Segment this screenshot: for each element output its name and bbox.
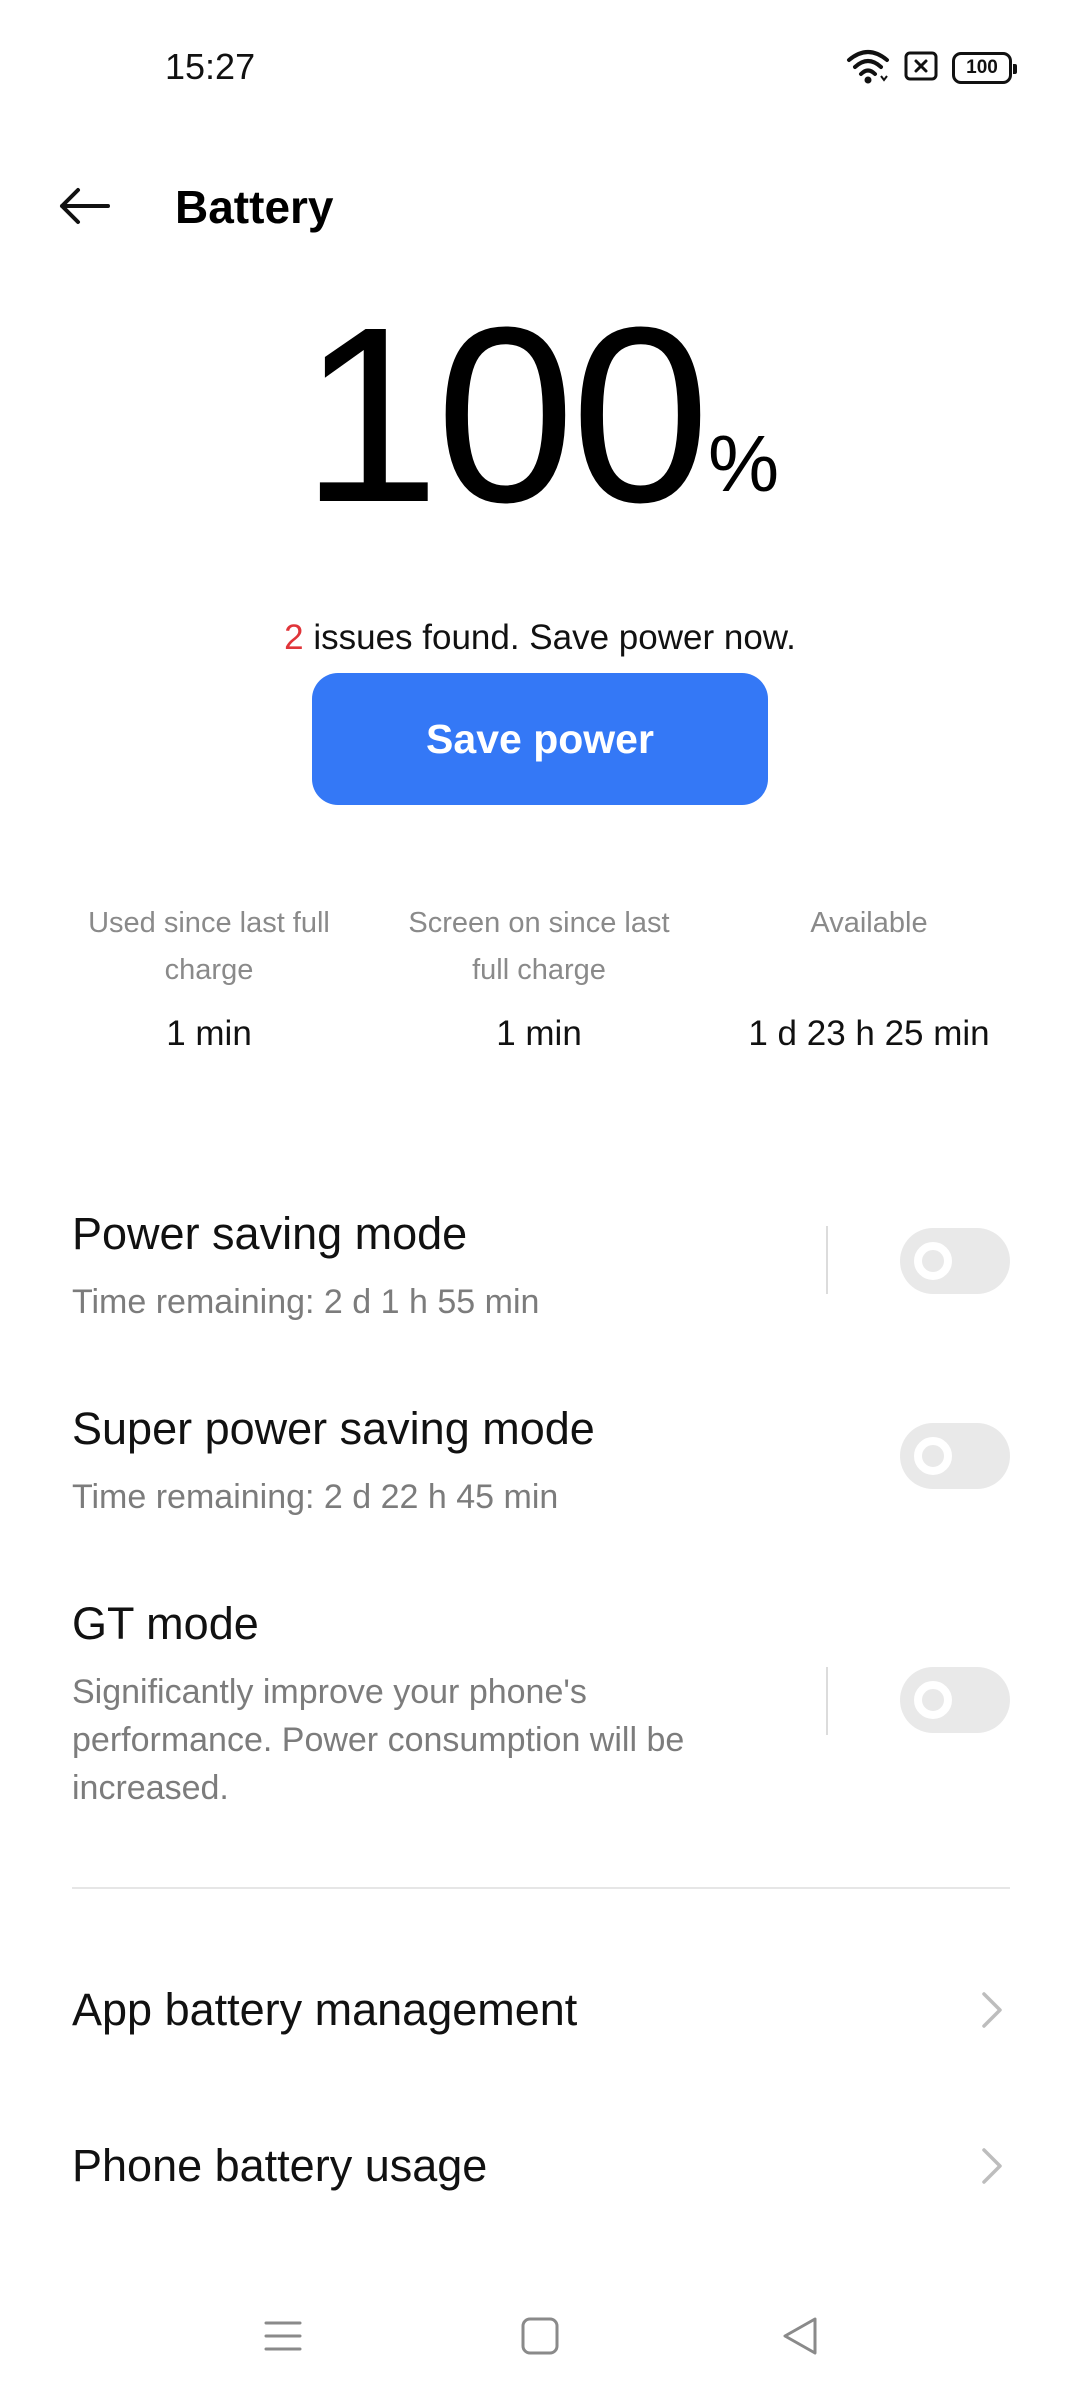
- back-button[interactable]: [56, 178, 136, 238]
- stat-value: 1 min: [496, 1014, 582, 1053]
- toggle-knob: [914, 1242, 952, 1280]
- issues-message: 2 issues found. Save power now.: [0, 618, 1080, 658]
- battery-screen: 15:27 100 Battery 100% 2 issues found. S…: [0, 0, 1080, 2400]
- system-navigation-bar: [0, 2295, 1080, 2375]
- status-icons: 100: [846, 48, 1017, 89]
- phone-battery-usage-item[interactable]: Phone battery usage: [72, 2116, 1010, 2216]
- stat-used-since-charge: Used since last full charge 1 min: [44, 900, 374, 1054]
- menu-icon[interactable]: [258, 2311, 308, 2361]
- power-saving-toggle[interactable]: [900, 1228, 1010, 1294]
- app-header: Battery: [0, 160, 1080, 250]
- gt-mode-toggle[interactable]: [900, 1667, 1010, 1733]
- toggle-knob: [914, 1681, 952, 1719]
- row-title: Super power saving mode: [72, 1403, 595, 1454]
- super-power-saving-toggle[interactable]: [900, 1423, 1010, 1489]
- row-subtitle: Time remaining: 2 d 22 h 45 min: [72, 1478, 559, 1516]
- save-power-button[interactable]: Save power: [312, 673, 768, 805]
- section-divider: [72, 1887, 1010, 1889]
- stat-available: Available 1 d 23 h 25 min: [704, 900, 1034, 1054]
- nav-item-label: App battery management: [72, 1984, 578, 2035]
- issues-count: 2: [284, 618, 304, 657]
- battery-percent-unit: %: [707, 419, 780, 508]
- status-time: 15:27: [165, 46, 256, 87]
- issues-text: issues found. Save power now.: [303, 618, 796, 657]
- status-battery-level: 100: [966, 57, 998, 78]
- row-divider: [826, 1226, 828, 1294]
- row-title: GT mode: [72, 1598, 259, 1649]
- stat-label: Screen on since last full charge: [408, 907, 670, 986]
- power-saving-mode-row[interactable]: Power saving mode Time remaining: 2 d 1 …: [72, 1208, 1010, 1326]
- battery-icon: 100: [952, 52, 1017, 84]
- row-divider: [826, 1667, 828, 1735]
- stat-label: Available: [810, 907, 928, 939]
- stat-label: Used since last full charge: [88, 907, 330, 986]
- stat-screen-on: Screen on since last full charge 1 min: [374, 900, 704, 1054]
- battery-percent-value: 100: [300, 275, 710, 554]
- back-icon[interactable]: [775, 2311, 825, 2361]
- gt-mode-row[interactable]: GT mode Significantly improve your phone…: [72, 1598, 772, 1812]
- row-subtitle: Time remaining: 2 d 1 h 55 min: [72, 1283, 540, 1321]
- chevron-right-icon: [970, 2146, 1010, 2186]
- battery-level-display: 100%: [0, 290, 1080, 540]
- sim-disabled-icon: [904, 51, 938, 86]
- stat-value: 1 d 23 h 25 min: [748, 1014, 990, 1053]
- nav-item-label: Phone battery usage: [72, 2140, 488, 2191]
- row-title: Power saving mode: [72, 1208, 468, 1259]
- app-battery-management-item[interactable]: App battery management: [72, 1960, 1010, 2060]
- page-title: Battery: [175, 181, 334, 233]
- battery-stats: Used since last full charge 1 min Screen…: [44, 900, 1036, 1054]
- chevron-right-icon: [970, 1990, 1010, 2030]
- toggle-knob: [914, 1437, 952, 1475]
- super-power-saving-mode-row[interactable]: Super power saving mode Time remaining: …: [72, 1403, 1010, 1521]
- wifi-icon: [846, 48, 890, 89]
- home-icon[interactable]: [515, 2311, 565, 2361]
- status-bar: 15:27 100: [0, 0, 1080, 130]
- arrow-left-icon: [56, 186, 112, 231]
- row-subtitle: Significantly improve your phone's perfo…: [72, 1673, 685, 1807]
- stat-value: 1 min: [166, 1014, 252, 1053]
